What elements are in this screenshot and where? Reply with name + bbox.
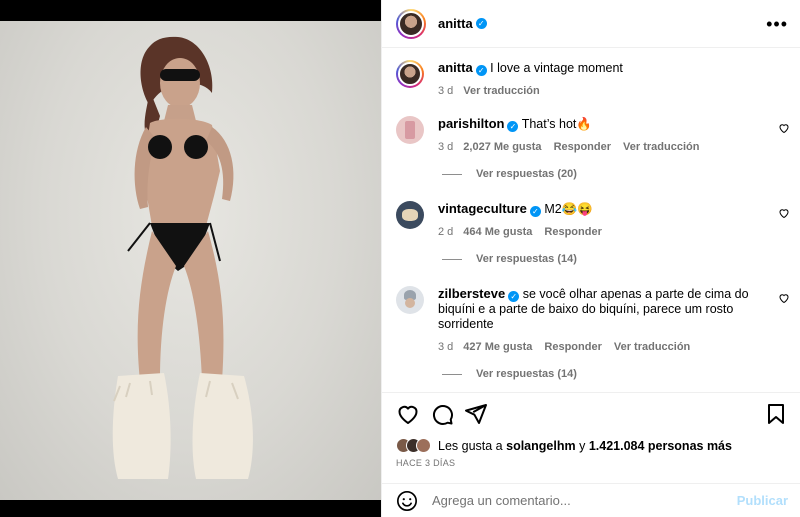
translate-link[interactable]: Ver traducción: [623, 141, 699, 153]
caption-item: anitta ✓ I love a vintage moment 3 d Ver t…: [396, 60, 790, 99]
model-figure-illustration: [112, 36, 253, 479]
likes-joiner: y: [579, 438, 586, 453]
comment-heart-icon[interactable]: [778, 207, 790, 219]
post-photo: [0, 21, 381, 500]
view-replies-link[interactable]: Ver respuestas (14): [442, 368, 577, 380]
verified-badge-icon: ✓: [507, 121, 519, 132]
comment-heart-icon[interactable]: [778, 292, 790, 304]
comment-time[interactable]: 2 d: [438, 226, 453, 238]
comment-likes[interactable]: 2,027 Me gusta: [463, 141, 541, 153]
post-side-panel: anitta ✓ ••• anitta ✓ I love a vintage mo…: [381, 0, 800, 517]
comments-list[interactable]: anitta ✓ I love a vintage moment 3 d Ver t…: [382, 48, 800, 393]
likes-summary: Les gusta a solangelhm y 1.421.084 perso…: [396, 438, 732, 453]
reply-button[interactable]: Responder: [544, 341, 601, 353]
caption-text: I love a vintage moment: [490, 61, 623, 75]
likes-others[interactable]: 1.421.084 personas más: [589, 439, 732, 453]
comment-text: That’s hot🔥: [521, 117, 592, 131]
comment-text: M2😂😝: [544, 202, 593, 216]
view-replies-link[interactable]: Ver respuestas (14): [442, 253, 577, 265]
author-avatar[interactable]: [396, 8, 426, 39]
post-action-bar: [396, 398, 788, 430]
reply-button[interactable]: Responder: [554, 141, 611, 153]
commenter-avatar[interactable]: [396, 286, 424, 314]
comment-username[interactable]: zilbersteve: [438, 286, 505, 301]
comment-heart-icon[interactable]: [778, 122, 790, 134]
comment-item: vintageculture ✓ M2😂😝 2 d 464 Me gusta Resp…: [396, 201, 790, 240]
comment-input[interactable]: [432, 493, 737, 508]
paper-plane-icon[interactable]: [464, 402, 488, 426]
likes-prefix: Les gusta a: [438, 438, 503, 453]
comment-composer: Publicar: [382, 483, 800, 517]
translate-link[interactable]: Ver traducción: [463, 85, 539, 97]
comment-item: zilbersteve ✓ se você olhar apenas a part…: [396, 286, 790, 355]
translate-link[interactable]: Ver traducción: [614, 341, 690, 353]
verified-badge-icon: ✓: [508, 291, 520, 302]
verified-badge-icon: ✓: [529, 206, 541, 217]
post-header: anitta ✓ •••: [382, 0, 800, 48]
publish-button[interactable]: Publicar: [737, 493, 788, 508]
verified-badge-icon: ✓: [475, 18, 487, 29]
comment-username[interactable]: vintageculture: [438, 201, 527, 216]
comment-icon[interactable]: [430, 402, 454, 426]
commenter-avatar[interactable]: [396, 116, 424, 144]
comment-username[interactable]: anitta: [438, 60, 473, 75]
post-media[interactable]: [0, 0, 381, 517]
verified-badge-icon: ✓: [475, 65, 487, 76]
reply-button[interactable]: Responder: [544, 226, 601, 238]
bookmark-icon[interactable]: [764, 402, 788, 426]
author-username[interactable]: anitta: [438, 16, 473, 31]
commenter-avatar[interactable]: [396, 201, 424, 229]
comment-time[interactable]: 3 d: [438, 85, 453, 97]
more-horizontal-icon[interactable]: •••: [766, 15, 788, 33]
comment-item: parishilton ✓ That’s hot🔥 3 d 2,027 Me gus…: [396, 116, 790, 155]
comment-username[interactable]: parishilton: [438, 116, 504, 131]
comment-time[interactable]: 3 d: [438, 141, 453, 153]
smiley-icon[interactable]: [396, 490, 418, 512]
likes-text: Les gusta a solangelhm y 1.421.084 perso…: [438, 439, 732, 453]
view-replies-link[interactable]: Ver respuestas (20): [442, 168, 577, 180]
liker-username[interactable]: solangelhm: [506, 439, 575, 453]
comment-likes[interactable]: 464 Me gusta: [463, 226, 532, 238]
author-avatar[interactable]: [396, 60, 424, 88]
liker-avatar[interactable]: [416, 438, 431, 453]
comment-time[interactable]: 3 d: [438, 341, 453, 353]
post-age[interactable]: HACE 3 DÍAS: [396, 458, 455, 468]
heart-icon[interactable]: [396, 402, 420, 426]
comment-likes[interactable]: 427 Me gusta: [463, 341, 532, 353]
